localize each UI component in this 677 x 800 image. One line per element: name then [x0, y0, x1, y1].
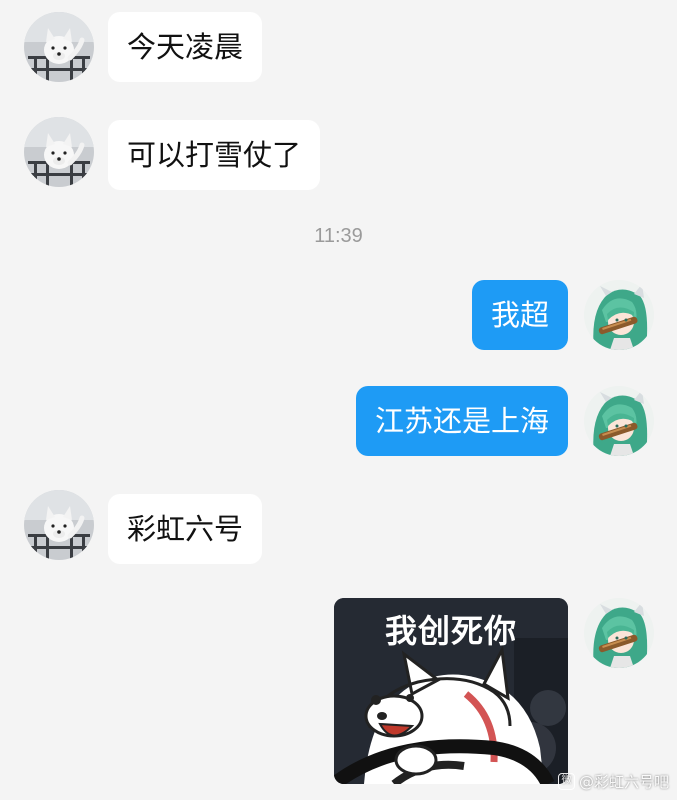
sticker-caption: 我创死你	[384, 612, 517, 650]
message-bubble[interactable]: 江苏还是上海	[355, 386, 568, 456]
anime-girl-avatar-icon[interactable]	[584, 280, 654, 350]
message-bubble[interactable]: 彩虹六号	[108, 494, 263, 564]
anime-girl-avatar-icon[interactable]	[584, 386, 654, 456]
dog-avatar-icon[interactable]	[24, 490, 94, 560]
message-timestamp: 11:39	[314, 225, 363, 247]
message-bubble[interactable]: 我超	[471, 280, 568, 350]
watermark-text: @彩虹六号吧	[578, 773, 669, 791]
message-bubble[interactable]: 可以打雪仗了	[108, 120, 321, 190]
sticker-image[interactable]: 我创死你	[334, 598, 568, 784]
watermark: 微 @彩虹六号吧	[557, 771, 669, 792]
weibo-logo-icon: 微	[557, 773, 575, 790]
dog-avatar-icon[interactable]	[24, 117, 94, 187]
dog-avatar-icon[interactable]	[24, 12, 94, 82]
anime-girl-avatar-icon[interactable]	[584, 598, 654, 668]
message-bubble[interactable]: 今天凌晨	[108, 12, 263, 82]
